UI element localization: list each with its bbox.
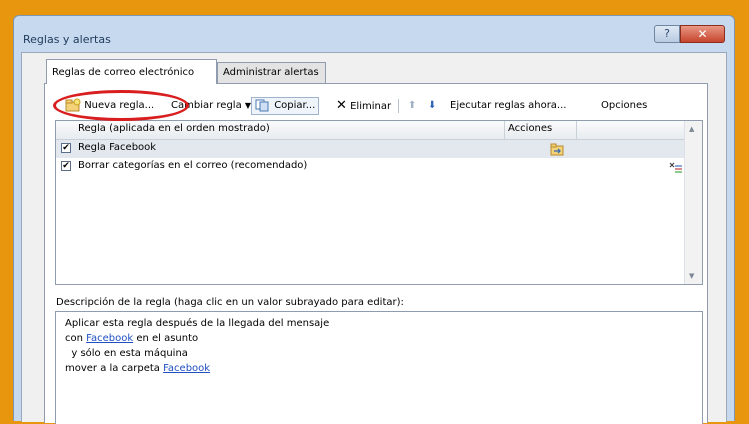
clear-categories-icon bbox=[669, 162, 682, 173]
rule-row-facebook[interactable]: ✔ Regla Facebook bbox=[56, 140, 686, 158]
rule-name: Borrar categorías en el correo (recomend… bbox=[78, 160, 308, 171]
copy-label: Copiar... bbox=[274, 100, 316, 111]
rule-enabled-checkbox[interactable]: ✔ bbox=[61, 143, 71, 153]
move-down-button[interactable]: ⬇ bbox=[428, 98, 436, 114]
list-header: Regla (aplicada en el orden mostrado) Ac… bbox=[56, 121, 686, 140]
options-label: Opciones bbox=[601, 100, 648, 111]
description-line: Aplicar esta regla después de la llegada… bbox=[65, 318, 330, 329]
column-actions-header[interactable]: Acciones bbox=[508, 123, 552, 134]
rule-name: Regla Facebook bbox=[78, 142, 157, 153]
column-rule-header[interactable]: Regla (aplicada en el orden mostrado) bbox=[78, 123, 270, 134]
options-button[interactable]: Opciones bbox=[601, 98, 647, 114]
rule-description-box: Aplicar esta regla después de la llegada… bbox=[55, 311, 703, 424]
highlight-circle bbox=[53, 90, 189, 121]
close-button[interactable]: ✕ bbox=[680, 25, 725, 43]
toolbar-divider bbox=[398, 99, 399, 113]
description-line: mover a la carpeta Facebook bbox=[65, 361, 693, 376]
email-rules-panel: Nueva regla... Cambiar regla ▼ Copiar...… bbox=[44, 83, 708, 424]
scroll-up-icon[interactable]: ▲ bbox=[689, 125, 694, 133]
description-text: en el asunto bbox=[133, 333, 199, 344]
subject-value-link[interactable]: Facebook bbox=[86, 333, 133, 344]
rule-description-label: Descripción de la regla (haga clic en un… bbox=[56, 297, 404, 308]
rules-alerts-dialog: Reglas y alertas ? ✕ Administrar alertas… bbox=[13, 15, 735, 424]
scroll-down-icon[interactable]: ▼ bbox=[689, 272, 694, 280]
folder-move-icon bbox=[550, 143, 564, 156]
description-text: mover a la carpeta bbox=[65, 363, 164, 374]
column-divider bbox=[504, 121, 505, 139]
rule-enabled-checkbox[interactable]: ✔ bbox=[61, 161, 71, 171]
column-divider bbox=[576, 121, 577, 139]
arrow-up-icon: ⬆ bbox=[408, 100, 417, 111]
description-line: y sólo en esta máquina bbox=[65, 348, 188, 359]
delete-icon: ✕ bbox=[336, 98, 347, 113]
copy-rule-button[interactable]: Copiar... bbox=[251, 97, 320, 115]
help-button[interactable]: ? bbox=[654, 25, 680, 43]
list-scrollbar[interactable]: ▲ ▼ bbox=[684, 121, 702, 284]
description-line: con Facebook en el asunto bbox=[65, 331, 693, 346]
rule-row-clear-categories[interactable]: ✔ Borrar categorías en el correo (recome… bbox=[56, 158, 686, 176]
delete-label: Eliminar bbox=[350, 101, 392, 112]
arrow-down-icon: ⬇ bbox=[428, 100, 437, 111]
tab-email-rules[interactable]: Reglas de correo electrónico bbox=[46, 59, 217, 84]
dialog-body: Administrar alertas Reglas de correo ele… bbox=[21, 52, 727, 424]
tab-manage-alerts[interactable]: Administrar alertas bbox=[217, 62, 326, 83]
copy-icon bbox=[255, 99, 269, 111]
folder-value-link[interactable]: Facebook bbox=[163, 363, 210, 374]
window-title: Reglas y alertas bbox=[23, 33, 111, 46]
delete-rule-button[interactable]: ✕ Eliminar bbox=[336, 98, 391, 114]
move-up-button[interactable]: ⬆ bbox=[408, 98, 416, 114]
run-rules-button[interactable]: Ejecutar reglas ahora... bbox=[450, 98, 566, 114]
description-text: con bbox=[65, 333, 87, 344]
rules-list: Regla (aplicada en el orden mostrado) Ac… bbox=[55, 120, 703, 285]
run-rules-label: Ejecutar reglas ahora... bbox=[450, 100, 567, 111]
title-bar[interactable]: Reglas y alertas ? ✕ bbox=[14, 16, 734, 52]
